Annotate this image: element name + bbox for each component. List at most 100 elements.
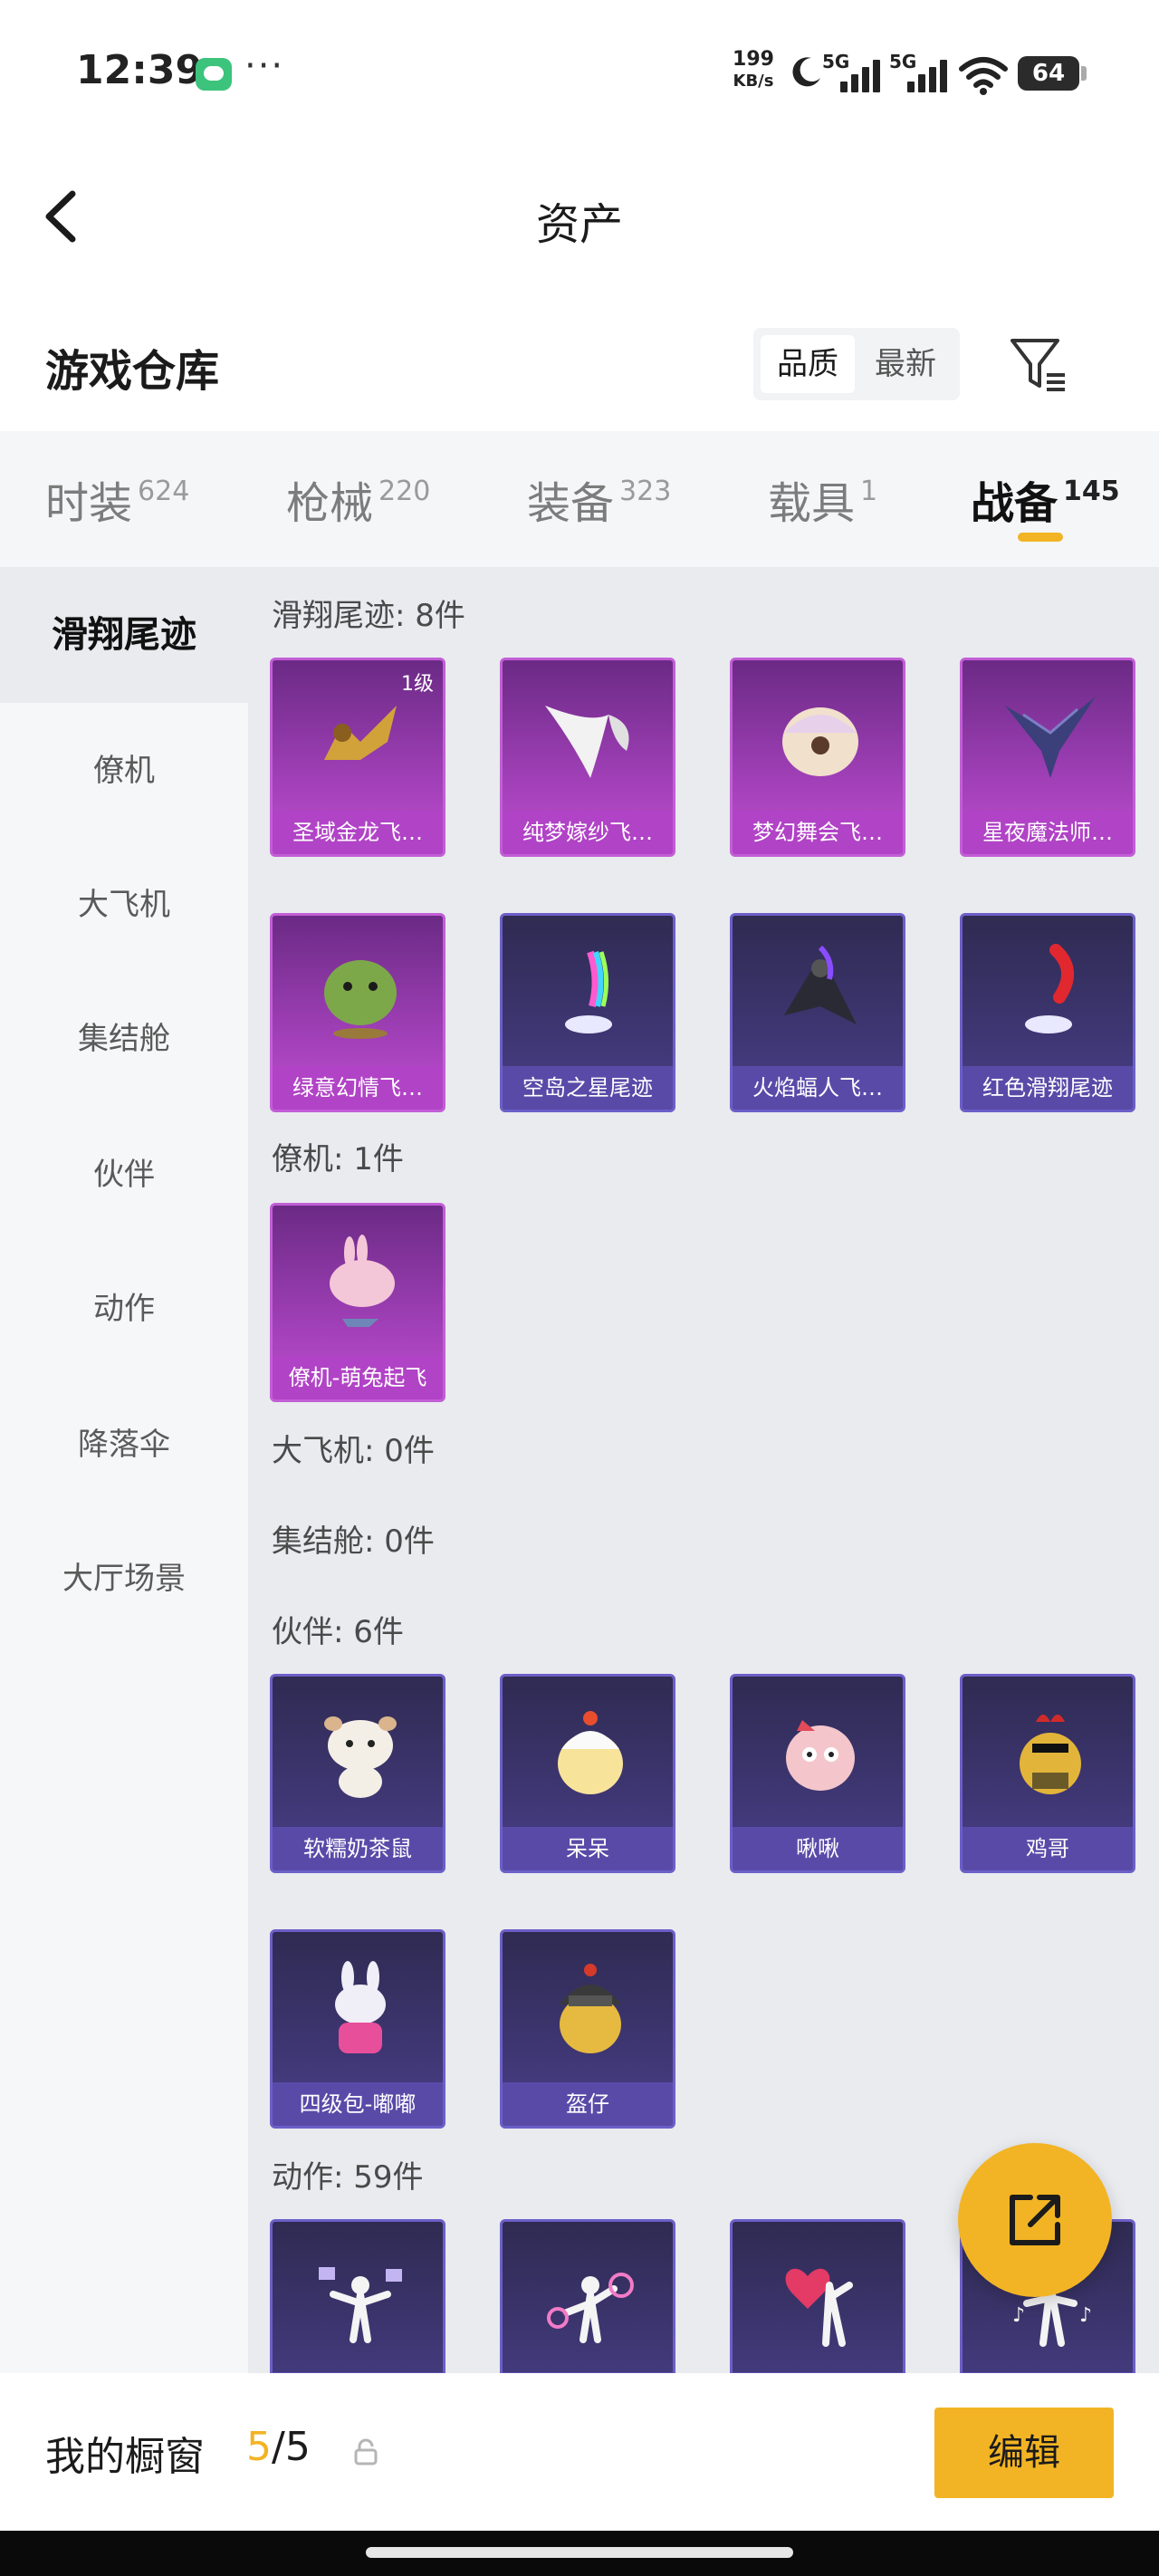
more-notifications-icon: ··· bbox=[244, 45, 285, 87]
sidebar-item-companion[interactable]: 伙伴 bbox=[0, 1107, 248, 1243]
item-card[interactable]: 星夜魔法师… bbox=[960, 658, 1135, 857]
tab-vehicles[interactable]: 载具 1 bbox=[768, 467, 877, 531]
bat-man-icon bbox=[784, 945, 857, 1024]
cactus-icon bbox=[324, 960, 397, 1039]
item-card[interactable]: 火焰蝠人飞… bbox=[730, 913, 905, 1112]
item-card[interactable]: 盔仔 bbox=[500, 1929, 675, 2129]
tab-count: 220 bbox=[378, 476, 431, 507]
item-name: 鸡哥 bbox=[963, 1827, 1133, 1870]
item-name: 盔仔 bbox=[503, 2082, 673, 2126]
active-tab-indicator bbox=[1018, 533, 1063, 542]
item-name: 火焰蝠人飞… bbox=[733, 1066, 903, 1110]
item-name: 呆呆 bbox=[503, 1827, 673, 1870]
section-title-emote: 动作: 59件 bbox=[272, 2159, 424, 2196]
sort-option-quality[interactable]: 品质 bbox=[761, 335, 855, 393]
signal-2-icon: 5G bbox=[889, 51, 954, 94]
red-smoke-icon bbox=[1025, 944, 1074, 1033]
showcase-current: 5 bbox=[246, 2424, 272, 2470]
item-name: 软糯奶茶鼠 bbox=[273, 1827, 443, 1870]
item-name: 梦幻舞会飞… bbox=[733, 811, 903, 854]
item-card[interactable]: 梦幻舞会飞… bbox=[730, 658, 905, 857]
signal-2-label: 5G bbox=[889, 51, 917, 72]
item-card[interactable] bbox=[730, 2219, 905, 2373]
sidebar-item-assembly-pod[interactable]: 集结舱 bbox=[0, 971, 248, 1107]
sidebar-item-lobby-scene[interactable]: 大厅场景 bbox=[0, 1511, 248, 1647]
home-indicator[interactable] bbox=[366, 2547, 793, 2558]
edit-button[interactable]: 编辑 bbox=[934, 2408, 1114, 2498]
item-name: 红色滑翔尾迹 bbox=[963, 1066, 1133, 1110]
item-card[interactable]: 1级 圣域金龙飞… bbox=[270, 658, 445, 857]
pink-bird-icon bbox=[786, 1720, 855, 1791]
moon-icon bbox=[792, 57, 820, 87]
rooster-icon bbox=[1020, 1715, 1081, 1794]
item-card[interactable]: 红色滑翔尾迹 bbox=[960, 913, 1135, 1112]
status-time: 12:39 bbox=[76, 47, 204, 93]
tab-weapons[interactable]: 枪械 220 bbox=[286, 467, 430, 531]
tab-label: 枪械 bbox=[286, 478, 374, 529]
sort-option-newest[interactable]: 最新 bbox=[858, 335, 953, 393]
item-card[interactable]: 僚机-萌兔起飞 bbox=[270, 1203, 445, 1402]
showcase-count: 5/5 bbox=[246, 2424, 311, 2470]
item-card[interactable]: 纯梦嫁纱飞… bbox=[500, 658, 675, 857]
item-name: 圣域金龙飞… bbox=[273, 811, 443, 854]
item-name: 空岛之星尾迹 bbox=[503, 1066, 673, 1110]
showcase-bar: 我的橱窗 5/5 编辑 bbox=[0, 2373, 1159, 2531]
signal-1-label: 5G bbox=[822, 51, 850, 72]
ball-mask-icon bbox=[782, 707, 858, 776]
tab-label: 载具 bbox=[768, 478, 856, 529]
item-card[interactable] bbox=[270, 2219, 445, 2373]
home-indicator-bar bbox=[0, 2531, 1159, 2576]
warehouse-header: 游戏仓库 品质 最新 bbox=[0, 308, 1159, 426]
item-card[interactable]: 绿意幻情飞… bbox=[270, 913, 445, 1112]
signal-1-icon: 5G bbox=[822, 51, 887, 94]
sidebar-item-big-plane[interactable]: 大飞机 bbox=[0, 837, 248, 973]
tab-fashion[interactable]: 时装 624 bbox=[45, 467, 189, 531]
svg-text:♪: ♪ bbox=[1012, 2304, 1025, 2327]
wifi-icon bbox=[959, 57, 1008, 95]
item-name: 纯梦嫁纱飞… bbox=[503, 811, 673, 854]
network-speed-unit: KB/s bbox=[733, 72, 774, 91]
sidebar-item-glide-trail[interactable]: 滑翔尾迹 bbox=[0, 567, 248, 703]
sort-toggle: 品质 最新 bbox=[753, 328, 960, 400]
item-card[interactable]: 呆呆 bbox=[500, 1674, 675, 1873]
emote-pose-icon bbox=[319, 2267, 402, 2343]
item-card[interactable] bbox=[500, 2219, 675, 2373]
item-card[interactable]: 软糯奶茶鼠 bbox=[270, 1674, 445, 1873]
emote-heart-icon bbox=[785, 2268, 853, 2347]
tab-count: 145 bbox=[1063, 476, 1120, 507]
item-name: 啾啾 bbox=[733, 1827, 903, 1870]
external-link-icon bbox=[1010, 2195, 1060, 2245]
tab-count: 1 bbox=[860, 476, 878, 507]
item-name: 星夜魔法师… bbox=[963, 811, 1133, 854]
item-card[interactable]: 啾啾 bbox=[730, 1674, 905, 1873]
section-title-assembly-pod: 集结舱: 0件 bbox=[272, 1523, 435, 1560]
white-veil-icon bbox=[545, 706, 629, 778]
status-bar: 12:39 ··· 199 KB/s 5G 5G 64 bbox=[0, 0, 1159, 145]
tab-count: 624 bbox=[138, 476, 190, 507]
tab-battle-gear[interactable]: 战备 145 bbox=[971, 467, 1120, 531]
rainbow-trail-icon bbox=[565, 950, 612, 1033]
helmet-chick-icon bbox=[560, 1964, 621, 2053]
robot-rabbit-icon bbox=[335, 1961, 386, 2053]
emote-pose-icon bbox=[547, 2273, 634, 2343]
filter-icon[interactable] bbox=[1007, 333, 1070, 397]
tab-label: 装备 bbox=[527, 478, 615, 529]
item-card[interactable]: 四级包-嘟嘟 bbox=[270, 1929, 445, 2129]
section-title-wingman: 僚机: 1件 bbox=[272, 1141, 404, 1177]
share-button[interactable] bbox=[958, 2143, 1112, 2297]
item-card[interactable]: 空岛之星尾迹 bbox=[500, 913, 675, 1112]
tab-equipment[interactable]: 装备 323 bbox=[527, 467, 671, 531]
sidebar-item-wingman[interactable]: 僚机 bbox=[0, 703, 248, 839]
showcase-total: /5 bbox=[272, 2424, 311, 2470]
sidebar-item-emote[interactable]: 动作 bbox=[0, 1241, 248, 1377]
wechat-icon bbox=[196, 58, 232, 91]
showcase-label: 我的橱窗 bbox=[45, 2434, 205, 2480]
lock-icon bbox=[354, 2438, 378, 2465]
item-card[interactable]: 鸡哥 bbox=[960, 1674, 1135, 1873]
bunny-plane-icon bbox=[330, 1235, 395, 1327]
page-title: 资产 bbox=[535, 199, 623, 250]
item-name: 僚机-萌兔起飞 bbox=[273, 1356, 443, 1399]
subcategory-sidebar: 滑翔尾迹 僚机 大飞机 集结舱 伙伴 动作 降落伞 大厅场景 bbox=[0, 567, 248, 2373]
golden-dragon-icon bbox=[324, 706, 397, 760]
sidebar-item-parachute[interactable]: 降落伞 bbox=[0, 1377, 248, 1513]
